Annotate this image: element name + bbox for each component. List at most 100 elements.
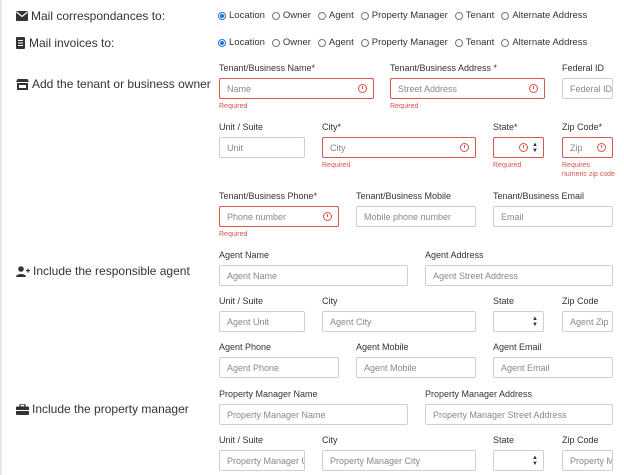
federal-id-label: Federal ID xyxy=(562,63,605,73)
radio-button[interactable] xyxy=(501,38,510,47)
radio-button[interactable] xyxy=(454,38,463,47)
agent-zip-label: Zip Code xyxy=(562,296,599,306)
tenant-city-required: Required xyxy=(322,162,351,169)
tenant-phone-required: Required xyxy=(219,231,248,238)
store-icon xyxy=(16,78,29,90)
tenant-mobile-input[interactable]: Mobile phone number xyxy=(356,206,476,227)
tenant-state-label: State* xyxy=(493,122,518,132)
select-arrows-icon: ▲ ▼ xyxy=(532,455,538,467)
pm-unit-input[interactable]: Property Manager Unit xyxy=(219,450,305,471)
agent-address-label: Agent Address xyxy=(425,250,484,260)
mail-invoices-radio-group: Location Owner Agent Property Manager Te… xyxy=(218,37,594,48)
tenant-unit-label: Unit / Suite xyxy=(219,122,264,132)
radio-button[interactable] xyxy=(218,38,226,47)
add-tenant-text: Add the tenant or business owner xyxy=(32,77,211,91)
agent-email-input[interactable]: Agent Email xyxy=(493,357,613,378)
include-pm-text: Include the property manager xyxy=(32,402,189,416)
agent-email-label: Agent Email xyxy=(493,342,542,352)
tenant-zip-error-line1: Requires xyxy=(562,162,591,169)
agent-state-select[interactable]: ▲ ▼ xyxy=(493,311,544,332)
mail-correspondence-label: Mail correspondances to: xyxy=(16,9,165,23)
tenant-email-label: Tenant/Business Email xyxy=(493,191,585,201)
tenant-state-required: Required xyxy=(493,162,522,169)
tenant-address-required: Required xyxy=(390,103,419,110)
radio-button[interactable] xyxy=(317,38,326,47)
pm-city-input[interactable]: Property Manager City xyxy=(322,450,476,471)
radio-button[interactable] xyxy=(454,11,463,20)
mail-inv-option-property-manager[interactable]: Property Manager xyxy=(360,37,448,48)
radio-button[interactable] xyxy=(360,38,369,47)
include-pm-label: Include the property manager xyxy=(16,402,189,416)
tenant-zip-input[interactable]: Zip xyxy=(562,137,613,158)
tenant-name-label: Tenant/Business Name* xyxy=(219,63,316,73)
agent-name-label: Agent Name xyxy=(219,250,270,260)
select-arrows-icon: ▲ ▼ xyxy=(532,142,538,154)
agent-city-label: City xyxy=(322,296,338,306)
left-border xyxy=(0,0,2,475)
agent-mobile-label: Agent Mobile xyxy=(356,342,409,352)
radio-button[interactable] xyxy=(501,11,510,20)
agent-city-input[interactable]: Agent City xyxy=(322,311,476,332)
select-arrows-icon: ▲ ▼ xyxy=(532,316,538,328)
mail-corr-option-owner[interactable]: Owner xyxy=(271,10,311,21)
tenant-unit-input[interactable]: Unit xyxy=(219,137,305,158)
agent-mobile-input[interactable]: Agent Mobile xyxy=(356,357,476,378)
tenant-phone-label: Tenant/Business Phone* xyxy=(219,191,318,201)
mail-invoices-label: Mail invoices to: xyxy=(16,36,114,50)
mail-inv-option-location[interactable]: Location xyxy=(218,37,265,48)
radio-button[interactable] xyxy=(317,11,326,20)
agent-zip-input[interactable]: Agent Zip xyxy=(562,311,613,332)
error-icon xyxy=(519,143,528,152)
tenant-city-input[interactable]: City xyxy=(322,137,476,158)
pm-state-select[interactable]: ▲ ▼ xyxy=(493,450,544,471)
federal-id-input[interactable]: Federal ID xyxy=(562,78,613,99)
include-agent-text: Include the responsible agent xyxy=(33,264,190,278)
agent-name-input[interactable]: Agent Name xyxy=(219,265,408,286)
mail-corr-option-property-manager[interactable]: Property Manager xyxy=(360,10,448,21)
tenant-email-input[interactable]: Email xyxy=(493,206,613,227)
pm-state-label: State xyxy=(493,435,515,445)
agent-state-label: State xyxy=(493,296,515,306)
tenant-zip-label: Zip Code* xyxy=(562,122,603,132)
mail-corr-option-location[interactable]: Location xyxy=(218,10,265,21)
radio-button[interactable] xyxy=(360,11,369,20)
agent-unit-label: Unit / Suite xyxy=(219,296,264,306)
tenant-state-select[interactable]: ▲ ▼ xyxy=(493,137,544,158)
agent-unit-input[interactable]: Agent Unit xyxy=(219,311,305,332)
include-agent-label: Include the responsible agent xyxy=(16,264,190,278)
tenant-city-label: City* xyxy=(322,122,342,132)
mail-inv-option-tenant[interactable]: Tenant xyxy=(454,37,494,48)
pm-city-label: City xyxy=(322,435,338,445)
tenant-mobile-label: Tenant/Business Mobile xyxy=(356,191,452,201)
radio-button[interactable] xyxy=(218,11,226,20)
mail-correspondence-text: Mail correspondances to: xyxy=(31,9,166,23)
mail-corr-option-agent[interactable]: Agent xyxy=(317,10,354,21)
tenant-phone-input[interactable]: Phone number xyxy=(219,206,339,227)
tenant-name-required: Required xyxy=(219,103,248,110)
user-plus-icon xyxy=(16,265,30,277)
tenant-zip-error-line2: numeric zip code xyxy=(562,171,615,178)
tenant-address-label: Tenant/Business Address * xyxy=(390,63,498,73)
pm-name-input[interactable]: Property Manager Name xyxy=(219,404,408,425)
mail-corr-option-tenant[interactable]: Tenant xyxy=(454,10,494,21)
mail-correspondence-radio-group: Location Owner Agent Property Manager Te… xyxy=(218,10,594,21)
add-tenant-label: Add the tenant or business owner xyxy=(16,77,211,91)
radio-button[interactable] xyxy=(271,38,280,47)
agent-address-input[interactable]: Agent Street Address xyxy=(425,265,613,286)
tenant-address-input[interactable]: Street Address xyxy=(390,78,545,99)
tenant-name-input[interactable]: Name xyxy=(219,78,374,99)
error-icon xyxy=(460,143,469,152)
mail-inv-option-alternate-address[interactable]: Alternate Address xyxy=(501,37,587,48)
pm-zip-label: Zip Code xyxy=(562,435,599,445)
agent-phone-input[interactable]: Agent Phone xyxy=(219,357,339,378)
pm-address-input[interactable]: Property Manager Street Address xyxy=(425,404,613,425)
mail-inv-option-agent[interactable]: Agent xyxy=(317,37,354,48)
pm-unit-label: Unit / Suite xyxy=(219,435,264,445)
mail-inv-option-owner[interactable]: Owner xyxy=(271,37,311,48)
mail-corr-option-alternate-address[interactable]: Alternate Address xyxy=(501,10,587,21)
pm-address-label: Property Manager Address xyxy=(425,389,533,399)
pm-name-label: Property Manager Name xyxy=(219,389,318,399)
radio-button[interactable] xyxy=(271,11,280,20)
error-icon xyxy=(358,84,367,93)
pm-zip-input[interactable]: Property Manager Zip xyxy=(562,450,613,471)
